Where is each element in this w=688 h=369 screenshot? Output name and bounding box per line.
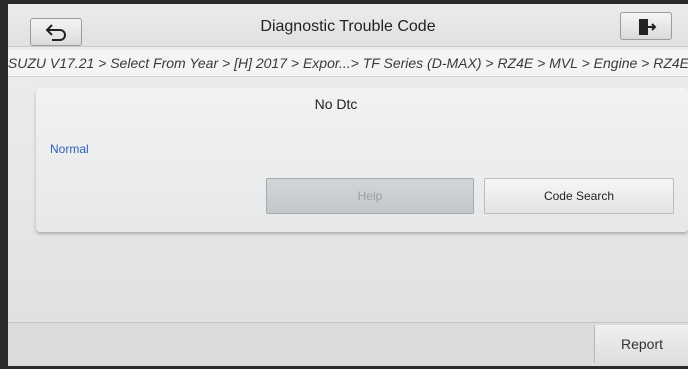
report-button[interactable]: Report xyxy=(594,325,688,363)
code-search-button[interactable]: Code Search xyxy=(484,178,674,214)
exit-button[interactable] xyxy=(620,12,672,40)
title-bar: Diagnostic Trouble Code xyxy=(8,4,688,47)
back-button[interactable] xyxy=(30,18,82,46)
back-arrow-icon xyxy=(45,24,66,41)
dtc-result-card: No Dtc Normal Help Code Search xyxy=(36,88,688,232)
dtc-result-title: No Dtc xyxy=(314,96,358,112)
page-title: Diagnostic Trouble Code xyxy=(260,18,436,35)
app-screen: Diagnostic Trouble Code ISUZU V17.21 > S… xyxy=(8,4,688,366)
status-text: Normal xyxy=(50,142,89,156)
exit-door-icon xyxy=(639,19,657,35)
footer-bar: Report xyxy=(8,322,688,366)
help-button[interactable]: Help xyxy=(266,178,474,214)
breadcrumb: ISUZU V17.21 > Select From Year > [H] 20… xyxy=(8,50,688,77)
